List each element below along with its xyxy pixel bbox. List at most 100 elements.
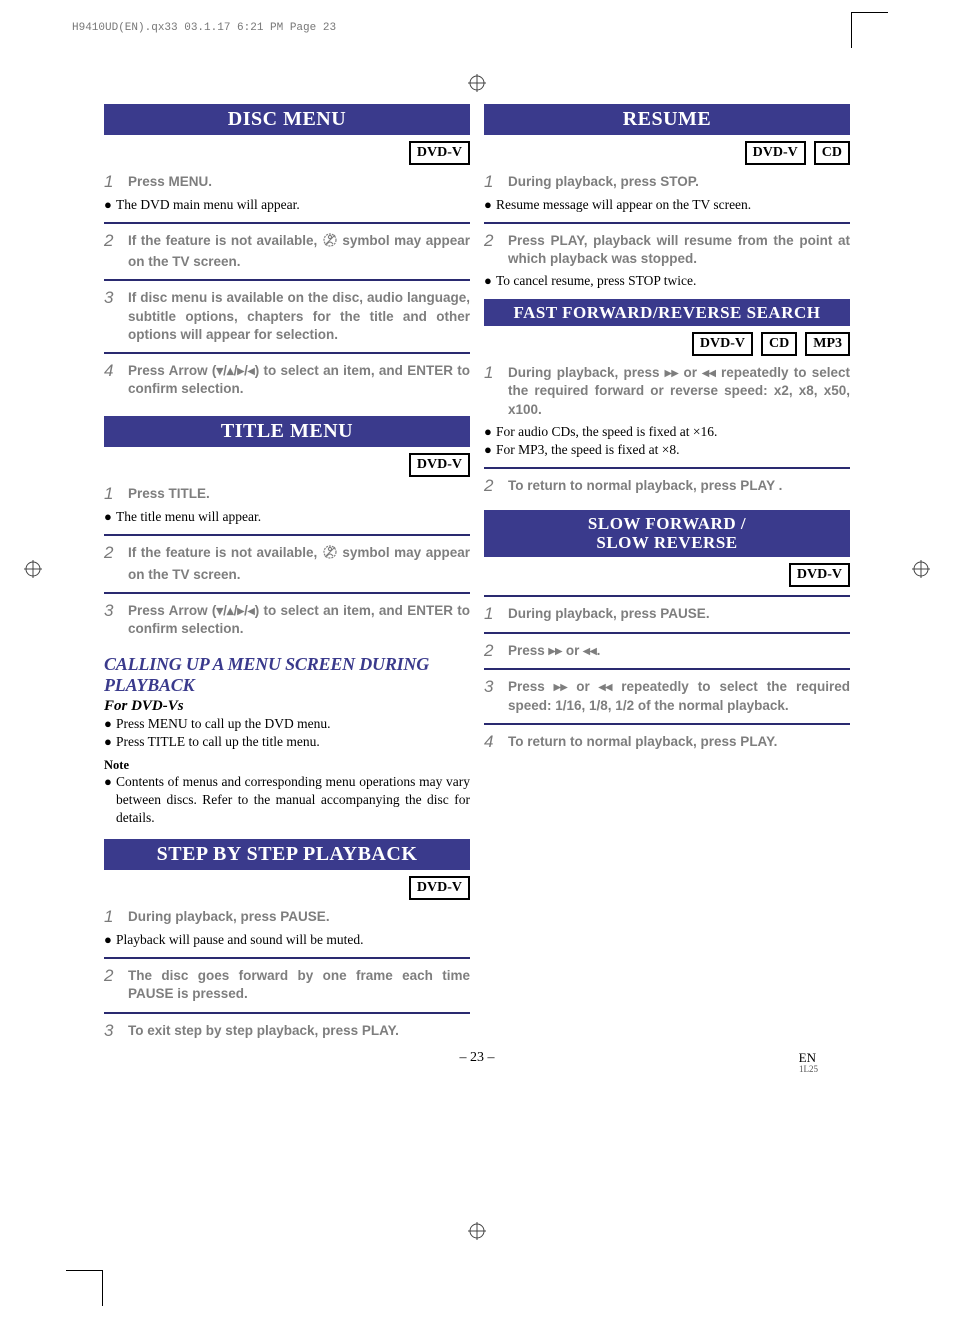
- step-text: To exit step by step playback, press PLA…: [128, 1022, 470, 1040]
- step-text-a: If the feature is not available,: [128, 545, 322, 560]
- step-number: 1: [484, 605, 508, 624]
- no-service-icon: [322, 544, 338, 565]
- badge-dvdv: DVD-V: [409, 453, 470, 477]
- badge-row: DVD-V: [104, 141, 470, 165]
- badge-mp3: MP3: [805, 332, 850, 356]
- step-text: Press ▸▸ or ◂◂.: [508, 642, 850, 660]
- bullet-icon: ●: [104, 196, 116, 214]
- step-number: 2: [484, 232, 508, 251]
- step-text: Press ▸▸ or ◂◂ repeatedly to select the …: [508, 678, 850, 714]
- badge-row: DVD-V: [484, 563, 850, 587]
- bullet-text: To cancel resume, press STOP twice.: [496, 272, 850, 290]
- bullet-text: Contents of menus and corresponding menu…: [116, 773, 470, 828]
- step-number: 1: [484, 364, 508, 383]
- step-number: 4: [104, 362, 128, 381]
- step-text: During playback, press STOP.: [508, 173, 850, 191]
- left-column: DISC MENU DVD-V 1Press MENU. ●The DVD ma…: [104, 104, 470, 1044]
- bullet-text: Playback will pause and sound will be mu…: [116, 931, 470, 949]
- bullet-icon: ●: [104, 773, 116, 791]
- step-number: 2: [484, 477, 508, 496]
- note-label: Note: [104, 758, 470, 773]
- badge-dvdv: DVD-V: [409, 876, 470, 900]
- divider: [484, 222, 850, 224]
- step-text: To return to normal playback, press PLAY…: [508, 477, 850, 495]
- divider: [104, 534, 470, 536]
- crop-mark: [851, 12, 852, 48]
- divider: [104, 957, 470, 959]
- step-number: 2: [104, 232, 128, 251]
- divider: [484, 595, 850, 597]
- badge-row: DVD-V CD MP3: [484, 332, 850, 356]
- section-resume: RESUME: [484, 104, 850, 135]
- step-number: 2: [104, 967, 128, 986]
- step-text: Press MENU.: [128, 173, 470, 191]
- divider: [104, 222, 470, 224]
- step-number: 2: [484, 642, 508, 661]
- divider: [104, 352, 470, 354]
- step-text: During playback, press ▸▸ or ◂◂ repeated…: [508, 364, 850, 419]
- bullet-text: Press MENU to call up the DVD menu.: [116, 715, 470, 733]
- badge-cd: CD: [814, 141, 850, 165]
- bullet-icon: ●: [484, 272, 496, 290]
- step-text: If the feature is not available, symbol …: [128, 232, 470, 271]
- registration-mark-top: [468, 74, 486, 97]
- crop-mark: [102, 1270, 103, 1306]
- step-text: Press TITLE.: [128, 485, 470, 503]
- step-number: 3: [104, 1022, 128, 1041]
- bullet-icon: ●: [484, 441, 496, 459]
- step-number: 1: [104, 485, 128, 504]
- print-header: H9410UD(EN).qx33 03.1.17 6:21 PM Page 23: [72, 22, 336, 34]
- divider: [104, 592, 470, 594]
- badge-dvdv: DVD-V: [745, 141, 806, 165]
- subheading-for-dvdvs: For DVD-Vs: [104, 698, 470, 715]
- registration-mark-bottom: [468, 1222, 486, 1245]
- section-slow: SLOW FORWARD / SLOW REVERSE: [484, 510, 850, 557]
- crop-mark: [66, 1270, 102, 1271]
- step-text: Press Arrow (▾/▴/▸/◂) to select an item,…: [128, 602, 470, 638]
- no-service-icon: [322, 232, 338, 253]
- section-title-menu: TITLE MENU: [104, 416, 470, 447]
- badge-row: DVD-V: [104, 876, 470, 900]
- step-number: 1: [104, 173, 128, 192]
- divider: [484, 467, 850, 469]
- step-text: During playback, press PAUSE.: [128, 908, 470, 926]
- step-number: 4: [484, 733, 508, 752]
- badge-row: DVD-V: [104, 453, 470, 477]
- right-column: RESUME DVD-V CD 1During playback, press …: [484, 104, 850, 1044]
- page-number: – 23 –: [460, 1050, 495, 1066]
- step-text-a: If the feature is not available,: [128, 233, 322, 248]
- subheading-calling: CALLING UP A MENU SCREEN DURING PLAYBACK: [104, 654, 470, 696]
- badge-dvdv: DVD-V: [692, 332, 753, 356]
- bullet-icon: ●: [104, 508, 116, 526]
- bullet-icon: ●: [484, 196, 496, 214]
- registration-mark-left: [24, 560, 42, 583]
- step-text: During playback, press PAUSE.: [508, 605, 850, 623]
- bullet-text: For MP3, the speed is fixed at ×8.: [496, 441, 850, 459]
- bullet-text: The title menu will appear.: [116, 508, 470, 526]
- section-disc-menu: DISC MENU: [104, 104, 470, 135]
- step-number: 3: [104, 602, 128, 621]
- step-number: 1: [104, 908, 128, 927]
- step-number: 3: [104, 289, 128, 308]
- badge-cd: CD: [761, 332, 797, 356]
- bullet-icon: ●: [484, 423, 496, 441]
- divider: [484, 632, 850, 634]
- section-slow-line1: SLOW FORWARD /: [484, 514, 850, 534]
- bullet-icon: ●: [104, 715, 116, 733]
- bullet-text: For audio CDs, the speed is fixed at ×16…: [496, 423, 850, 441]
- divider: [104, 279, 470, 281]
- step-text: If disc menu is available on the disc, a…: [128, 289, 470, 344]
- bullet-text: Resume message will appear on the TV scr…: [496, 196, 850, 214]
- badge-row: DVD-V CD: [484, 141, 850, 165]
- bullet-icon: ●: [104, 733, 116, 751]
- crop-mark: [852, 12, 888, 13]
- bullet-text: Press TITLE to call up the title menu.: [116, 733, 470, 751]
- section-ff-rev-search: FAST FORWARD/REVERSE SEARCH: [484, 299, 850, 327]
- divider: [484, 723, 850, 725]
- step-text: Press PLAY, playback will resume from th…: [508, 232, 850, 268]
- step-number: 3: [484, 678, 508, 697]
- section-slow-line2: SLOW REVERSE: [484, 533, 850, 553]
- bullet-text: The DVD main menu will appear.: [116, 196, 470, 214]
- step-text: Press Arrow (▾/▴/▸/◂) to select an item,…: [128, 362, 470, 398]
- page-code: 1L25: [799, 1064, 818, 1074]
